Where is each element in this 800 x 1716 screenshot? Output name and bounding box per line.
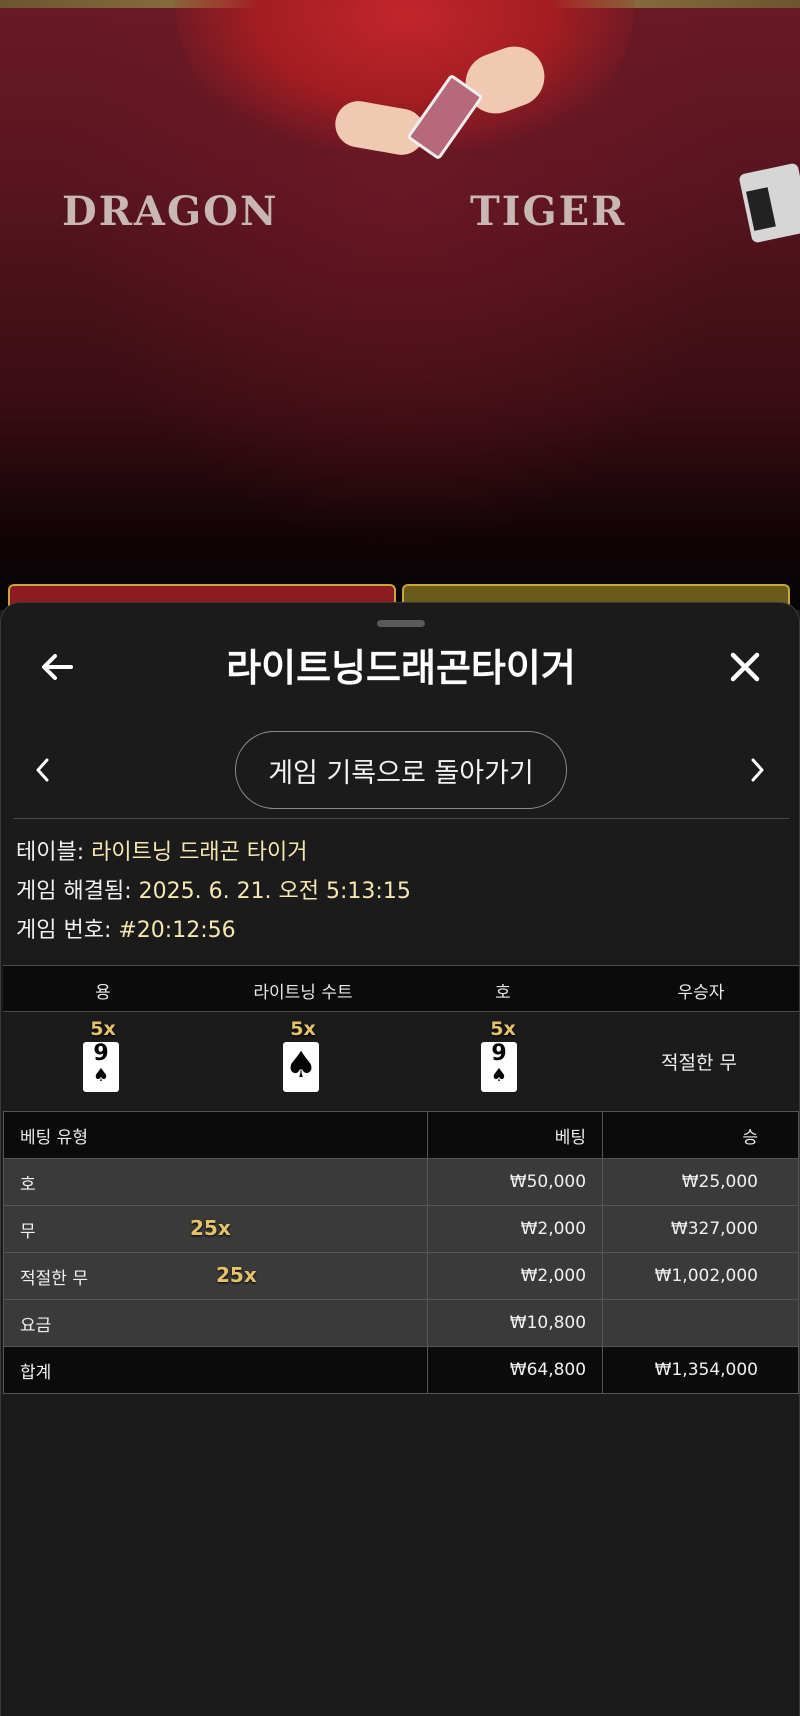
close-icon[interactable] [725, 647, 765, 687]
table-info-label: 테이블: [16, 840, 85, 865]
bet-amount: ₩50,000 [427, 1158, 604, 1206]
bet-amount-header: 베팅 [427, 1111, 604, 1159]
total-bet: ₩64,800 [427, 1346, 604, 1394]
spade-icon: ♠ [490, 1065, 508, 1086]
bet-type-cell: 호 [2, 1158, 429, 1206]
tiger-table-label: TIGER [470, 188, 627, 235]
bet-type-cell: 적절한 무 25x [2, 1252, 429, 1300]
result-row: 5x 9 ♠ 5x ♠ 5x 9 ♠ 적절한 무 [3, 1012, 799, 1112]
game-number-label: 게임 번호: [16, 918, 112, 943]
table-info-value: 라이트닝 드래곤 타이거 [91, 840, 308, 865]
dragon-card-rank: 9 [93, 1041, 109, 1066]
back-to-history-button[interactable]: 게임 기록으로 돌아가기 [235, 731, 567, 809]
table-row: 적절한 무 25x ₩2,000 ₩1,002,000 [2, 1252, 799, 1300]
bet-type-header: 베팅 유형 [2, 1111, 429, 1159]
multiplier-badge: 25x [190, 1216, 231, 1240]
spade-icon: ♠ [92, 1065, 110, 1086]
card-shoe [738, 162, 800, 244]
total-win: ₩1,354,000 [602, 1346, 799, 1394]
resolved-info-value: 2025. 6. 21. 오전 5:13:15 [138, 879, 411, 904]
win-amount [602, 1299, 799, 1347]
win-amount: ₩327,000 [602, 1205, 799, 1253]
tiger-multiplier: 5x [490, 1018, 516, 1040]
tiger-card: 9 ♠ [481, 1042, 517, 1092]
game-number-value: #20:12:56 [118, 918, 236, 943]
win-amount: ₩25,000 [602, 1158, 799, 1206]
sheet-grabber[interactable] [377, 620, 425, 627]
bet-type: 적절한 무 [20, 1268, 88, 1289]
winner-column-header: 우승자 [677, 983, 725, 1003]
bet-type-cell: 무 25x [2, 1205, 429, 1253]
spade-icon: ♠ [284, 1045, 318, 1086]
winner-value: 적절한 무 [661, 1052, 737, 1074]
resolved-info-label: 게임 해결됨: [16, 879, 132, 904]
live-video: DRAGON TIGER [0, 0, 800, 610]
bet-amount: ₩10,800 [427, 1299, 604, 1347]
game-detail-sheet: 라이트닝드래곤타이거 게임 기록으로 돌아가기 테이블: 라이트닝 드래곤 타이… [0, 602, 800, 1716]
bet-type-cell: 요금 [2, 1299, 429, 1347]
chevron-left-icon[interactable] [31, 756, 55, 784]
bet-type: 무 [20, 1221, 36, 1242]
table-row: 요금 ₩10,800 [2, 1299, 799, 1347]
table-row: 무 25x ₩2,000 ₩327,000 [2, 1205, 799, 1253]
suit-column-header: 라이트닝 수트 [253, 983, 353, 1003]
bet-type: 호 [20, 1174, 36, 1195]
bet-amount: ₩2,000 [427, 1205, 604, 1253]
bets-table: 베팅 유형 베팅 승 호 ₩50,000 ₩25,000 무 25x ₩2,00… [2, 1111, 799, 1394]
bet-amount: ₩2,000 [427, 1252, 604, 1300]
table-info: 테이블: 라이트닝 드래곤 타이거 [16, 838, 308, 868]
dragon-table-label: DRAGON [62, 188, 279, 235]
bet-type: 요금 [20, 1315, 52, 1336]
suit-multiplier: 5x [290, 1018, 316, 1040]
page-title: 라이트닝드래곤타이거 [226, 646, 576, 690]
bets-header-row: 베팅 유형 베팅 승 [2, 1111, 799, 1159]
total-row: 합계 ₩64,800 ₩1,354,000 [2, 1346, 799, 1394]
resolved-info: 게임 해결됨: 2025. 6. 21. 오전 5:13:15 [16, 877, 411, 907]
tiger-card-rank: 9 [491, 1041, 507, 1066]
win-amount: ₩1,002,000 [602, 1252, 799, 1300]
multiplier-badge: 25x [216, 1263, 257, 1287]
table-row: 호 ₩50,000 ₩25,000 [2, 1158, 799, 1206]
dragon-multiplier: 5x [90, 1018, 116, 1040]
game-number-info: 게임 번호: #20:12:56 [16, 916, 236, 946]
result-header: 용 라이트닝 수트 호 우승자 [3, 965, 799, 1012]
lightning-suit-card: ♠ [283, 1042, 319, 1092]
win-amount-header: 승 [602, 1111, 799, 1159]
total-label: 합계 [2, 1346, 429, 1394]
dragon-column-header: 용 [95, 983, 111, 1003]
divider [13, 818, 789, 819]
tiger-column-header: 호 [495, 983, 511, 1003]
dragon-card: 9 ♠ [83, 1042, 119, 1092]
chevron-right-icon[interactable] [745, 756, 769, 784]
